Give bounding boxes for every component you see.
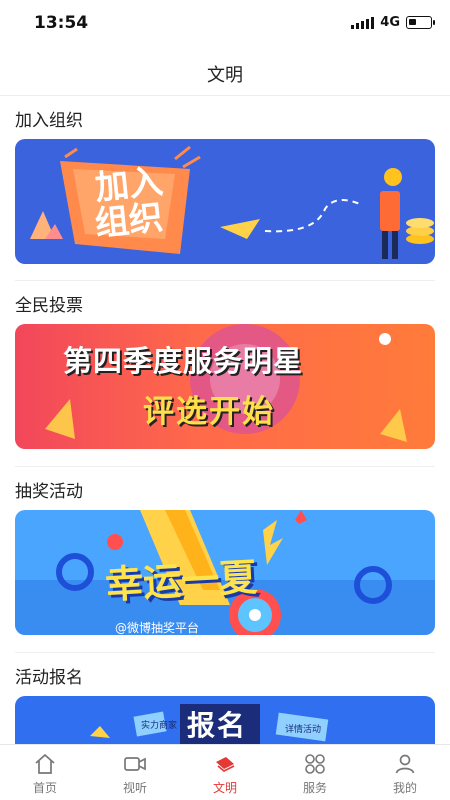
bottom-tab-bar: 首页 视听 文明 服务 我的 xyxy=(0,744,450,800)
nav-bar: 文明 xyxy=(0,48,450,96)
services-grid-icon xyxy=(305,754,325,774)
civilization-icon xyxy=(216,757,235,773)
section-title: 活动报名 xyxy=(15,668,83,688)
banner-tag-merchant: 实力商家 xyxy=(141,721,178,731)
profile-icon xyxy=(395,754,415,774)
section-event-signup: 活动报名 报名 实力商家 详情活动 xyxy=(0,653,450,744)
section-lucky-draw: 抽奖活动 幸运一夏 @微博抽奖平台 xyxy=(0,467,450,653)
tab-home[interactable]: 首页 xyxy=(0,745,90,800)
tab-profile[interactable]: 我的 xyxy=(360,745,450,800)
page-title: 文明 xyxy=(207,65,243,86)
section-title: 加入组织 xyxy=(15,111,83,131)
tab-services[interactable]: 服务 xyxy=(270,745,360,800)
cell-signal-icon xyxy=(351,16,375,29)
banner-title: 第四季度服务明星 xyxy=(63,344,304,378)
tab-civilization[interactable]: 文明 xyxy=(180,745,270,800)
join-organization-illustration xyxy=(30,145,434,259)
banner-title: 报名 xyxy=(187,709,248,742)
banner-title: 幸运一夏 xyxy=(104,555,259,607)
section-title: 全民投票 xyxy=(15,296,83,316)
banner-subtitle: 评选开始 xyxy=(143,394,275,430)
section-join-organization: 加入组织 加入 组织 xyxy=(0,96,450,281)
tab-label: 视听 xyxy=(122,781,147,795)
video-icon xyxy=(124,757,146,771)
lucky-summer-banner[interactable]: 幸运一夏 @微博抽奖平台 xyxy=(15,510,435,635)
status-bar: 13:54 4G xyxy=(0,0,450,48)
section-title: 抽奖活动 xyxy=(15,482,83,502)
status-indicators: 4G xyxy=(351,15,435,30)
tab-label: 我的 xyxy=(392,781,417,795)
service-star-vote-banner[interactable]: 第四季度服务明星 评选开始 xyxy=(15,324,435,449)
tab-label: 文明 xyxy=(212,781,237,795)
content-scroll[interactable]: 加入组织 加入 组织 全民投票 第四季度服务明星 评选开始 抽奖活动 幸运一夏 … xyxy=(0,96,450,744)
tab-video[interactable]: 视听 xyxy=(90,745,180,800)
join-organization-banner[interactable]: 加入 组织 xyxy=(15,139,435,264)
banner-source: @微博抽奖平台 xyxy=(115,621,200,635)
section-public-vote: 全民投票 第四季度服务明星 评选开始 xyxy=(0,281,450,467)
home-icon xyxy=(35,753,55,774)
event-signup-banner[interactable]: 报名 实力商家 详情活动 xyxy=(15,696,435,744)
banner-tag-activity: 详情活动 xyxy=(285,725,322,735)
network-type: 4G xyxy=(380,15,400,30)
battery-icon xyxy=(406,16,435,29)
tab-label: 服务 xyxy=(302,781,327,795)
status-time: 13:54 xyxy=(34,13,89,33)
tab-label: 首页 xyxy=(32,781,57,795)
banner-text-organization: 组织 xyxy=(93,197,165,245)
